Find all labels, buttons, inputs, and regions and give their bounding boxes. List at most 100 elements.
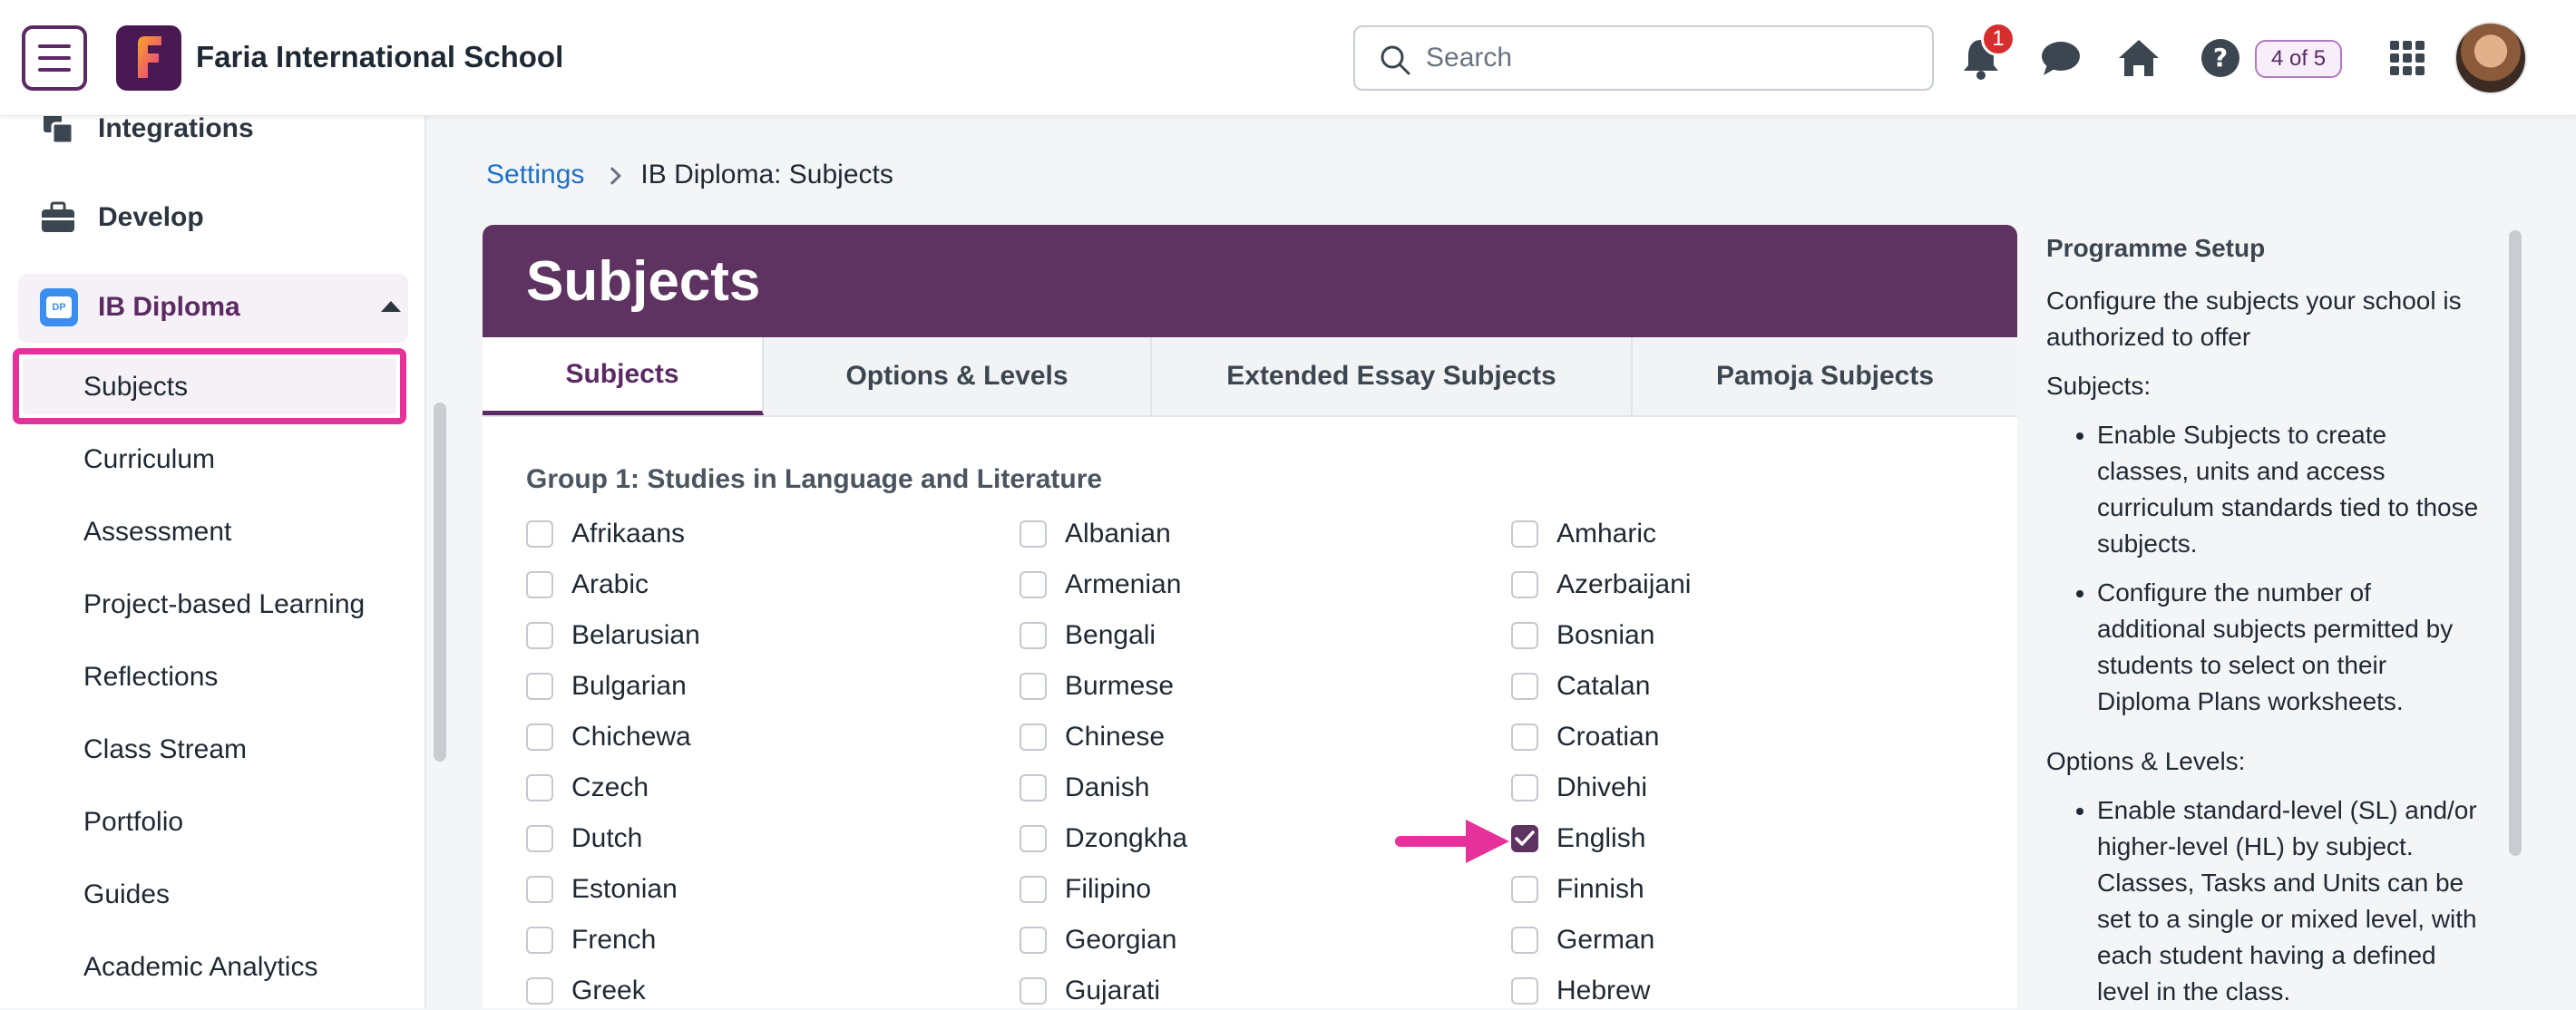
checkbox[interactable] <box>1511 673 1538 700</box>
checkbox[interactable] <box>1511 774 1538 801</box>
search-input[interactable]: Search <box>1353 25 1934 91</box>
pager-badge[interactable]: 4 of 5 <box>2255 40 2343 78</box>
subject-checkbox-croatian[interactable]: Croatian <box>1511 722 1659 753</box>
checkbox[interactable] <box>526 622 553 649</box>
subject-label: German <box>1556 925 1655 955</box>
subject-checkbox-greek[interactable]: Greek <box>526 976 646 1006</box>
checkbox[interactable] <box>1020 571 1047 598</box>
sidebar-scrollbar[interactable] <box>434 403 446 762</box>
help-intro: Configure the subjects your school is au… <box>2046 286 2462 351</box>
sidebar-item-academic-analytics[interactable]: Academic Analytics <box>83 952 317 983</box>
subject-label: Burmese <box>1065 671 1175 701</box>
subject-checkbox-dhivehi[interactable]: Dhivehi <box>1511 772 1647 803</box>
sidebar-item-portfolio[interactable]: Portfolio <box>83 807 183 838</box>
sidebar-item-guides[interactable]: Guides <box>83 879 170 910</box>
subject-checkbox-bulgarian[interactable]: Bulgarian <box>526 671 687 702</box>
checkbox[interactable] <box>1511 724 1538 751</box>
menu-button[interactable] <box>22 25 87 91</box>
checkbox[interactable] <box>1511 622 1538 649</box>
checkbox[interactable] <box>1020 622 1047 649</box>
home-button[interactable] <box>2113 33 2164 83</box>
checkbox[interactable] <box>1020 977 1047 1005</box>
subject-checkbox-albanian[interactable]: Albanian <box>1020 519 1171 549</box>
subject-checkbox-burmese[interactable]: Burmese <box>1020 671 1174 702</box>
help-button[interactable]: ? <box>2195 33 2246 83</box>
checkbox[interactable] <box>1511 977 1538 1005</box>
subject-checkbox-azerbaijani[interactable]: Azerbaijani <box>1511 569 1691 600</box>
subject-checkbox-georgian[interactable]: Georgian <box>1020 925 1176 956</box>
checkbox[interactable] <box>1020 927 1047 954</box>
checkbox[interactable] <box>1511 876 1538 903</box>
subject-checkbox-belarusian[interactable]: Belarusian <box>526 620 700 651</box>
checkbox[interactable] <box>1020 876 1047 903</box>
checkbox[interactable] <box>1511 927 1538 954</box>
subject-label: Armenian <box>1065 569 1182 599</box>
sidebar-item-reflections[interactable]: Reflections <box>83 662 218 693</box>
checkbox[interactable] <box>1020 774 1047 801</box>
checkbox[interactable] <box>526 571 553 598</box>
checkbox[interactable] <box>526 673 553 700</box>
subject-checkbox-czech[interactable]: Czech <box>526 772 649 803</box>
subject-checkbox-filipino[interactable]: Filipino <box>1020 874 1151 905</box>
subject-checkbox-arabic[interactable]: Arabic <box>526 569 649 600</box>
subject-checkbox-bosnian[interactable]: Bosnian <box>1511 620 1654 651</box>
subject-checkbox-estonian[interactable]: Estonian <box>526 874 678 905</box>
sidebar-item-integrations[interactable]: Integrations <box>40 111 254 147</box>
apps-button[interactable] <box>2382 33 2433 83</box>
checkbox[interactable] <box>1020 520 1047 548</box>
checkbox[interactable] <box>526 825 553 852</box>
subject-checkbox-dutch[interactable]: Dutch <box>526 823 642 854</box>
subject-checkbox-finnish[interactable]: Finnish <box>1511 874 1644 905</box>
subject-label: Chinese <box>1065 722 1166 752</box>
checkbox[interactable] <box>526 927 553 954</box>
messages-button[interactable] <box>2035 33 2086 83</box>
chevron-up-icon[interactable] <box>381 301 401 312</box>
subject-checkbox-armenian[interactable]: Armenian <box>1020 569 1181 600</box>
tab-extended-essay-subjects[interactable]: Extended Essay Subjects <box>1152 337 1633 415</box>
subject-label: Estonian <box>571 874 678 904</box>
sidebar-item-curriculum[interactable]: Curriculum <box>83 444 215 475</box>
subject-label: Danish <box>1065 772 1150 802</box>
checkbox[interactable] <box>1511 520 1538 548</box>
subject-checkbox-chinese[interactable]: Chinese <box>1020 722 1165 753</box>
tab-subjects[interactable]: Subjects <box>483 337 764 415</box>
subject-checkbox-german[interactable]: German <box>1511 925 1654 956</box>
checkbox[interactable] <box>1020 673 1047 700</box>
subject-checkbox-english[interactable]: English <box>1511 823 1645 854</box>
checkbox[interactable] <box>1511 571 1538 598</box>
sidebar-item-develop[interactable]: Develop <box>40 199 204 236</box>
subject-checkbox-french[interactable]: French <box>526 925 656 956</box>
subject-checkbox-dzongkha[interactable]: Dzongkha <box>1020 823 1187 854</box>
sidebar-item-subjects[interactable]: Subjects <box>83 372 188 403</box>
breadcrumb-settings-link[interactable]: Settings <box>486 160 584 190</box>
checkbox[interactable] <box>1511 825 1538 852</box>
subject-checkbox-chichewa[interactable]: Chichewa <box>526 722 691 753</box>
help-scrollbar[interactable] <box>2509 230 2522 856</box>
checkbox[interactable] <box>526 977 553 1005</box>
search-icon <box>1381 45 1410 75</box>
sidebar-item-assessment[interactable]: Assessment <box>83 517 231 548</box>
checkbox[interactable] <box>526 520 553 548</box>
sidebar-item-class-stream[interactable]: Class Stream <box>83 734 247 765</box>
user-avatar[interactable] <box>2454 22 2527 94</box>
subject-checkbox-bengali[interactable]: Bengali <box>1020 620 1156 651</box>
checkbox[interactable] <box>526 724 553 751</box>
sidebar-group-ib-diploma[interactable]: DP IB Diploma <box>18 274 408 343</box>
checkbox[interactable] <box>526 876 553 903</box>
subject-checkbox-afrikaans[interactable]: Afrikaans <box>526 519 685 549</box>
subject-checkbox-danish[interactable]: Danish <box>1020 772 1149 803</box>
subject-label: English <box>1556 823 1646 853</box>
tab-pamoja-subjects[interactable]: Pamoja Subjects <box>1633 337 2017 415</box>
subject-checkbox-amharic[interactable]: Amharic <box>1511 519 1656 549</box>
tab-options-levels[interactable]: Options & Levels <box>764 337 1152 415</box>
breadcrumb-current: IB Diploma: Subjects <box>640 160 893 189</box>
sidebar-item-project-based-learning[interactable]: Project-based Learning <box>83 589 365 620</box>
checkbox[interactable] <box>526 774 553 801</box>
subject-label: Dzongkha <box>1065 823 1188 853</box>
checkbox[interactable] <box>1020 724 1047 751</box>
checkbox[interactable] <box>1020 825 1047 852</box>
subject-checkbox-catalan[interactable]: Catalan <box>1511 671 1650 702</box>
home-icon <box>2119 40 2159 76</box>
subject-checkbox-gujarati[interactable]: Gujarati <box>1020 976 1160 1006</box>
subject-checkbox-hebrew[interactable]: Hebrew <box>1511 976 1650 1006</box>
